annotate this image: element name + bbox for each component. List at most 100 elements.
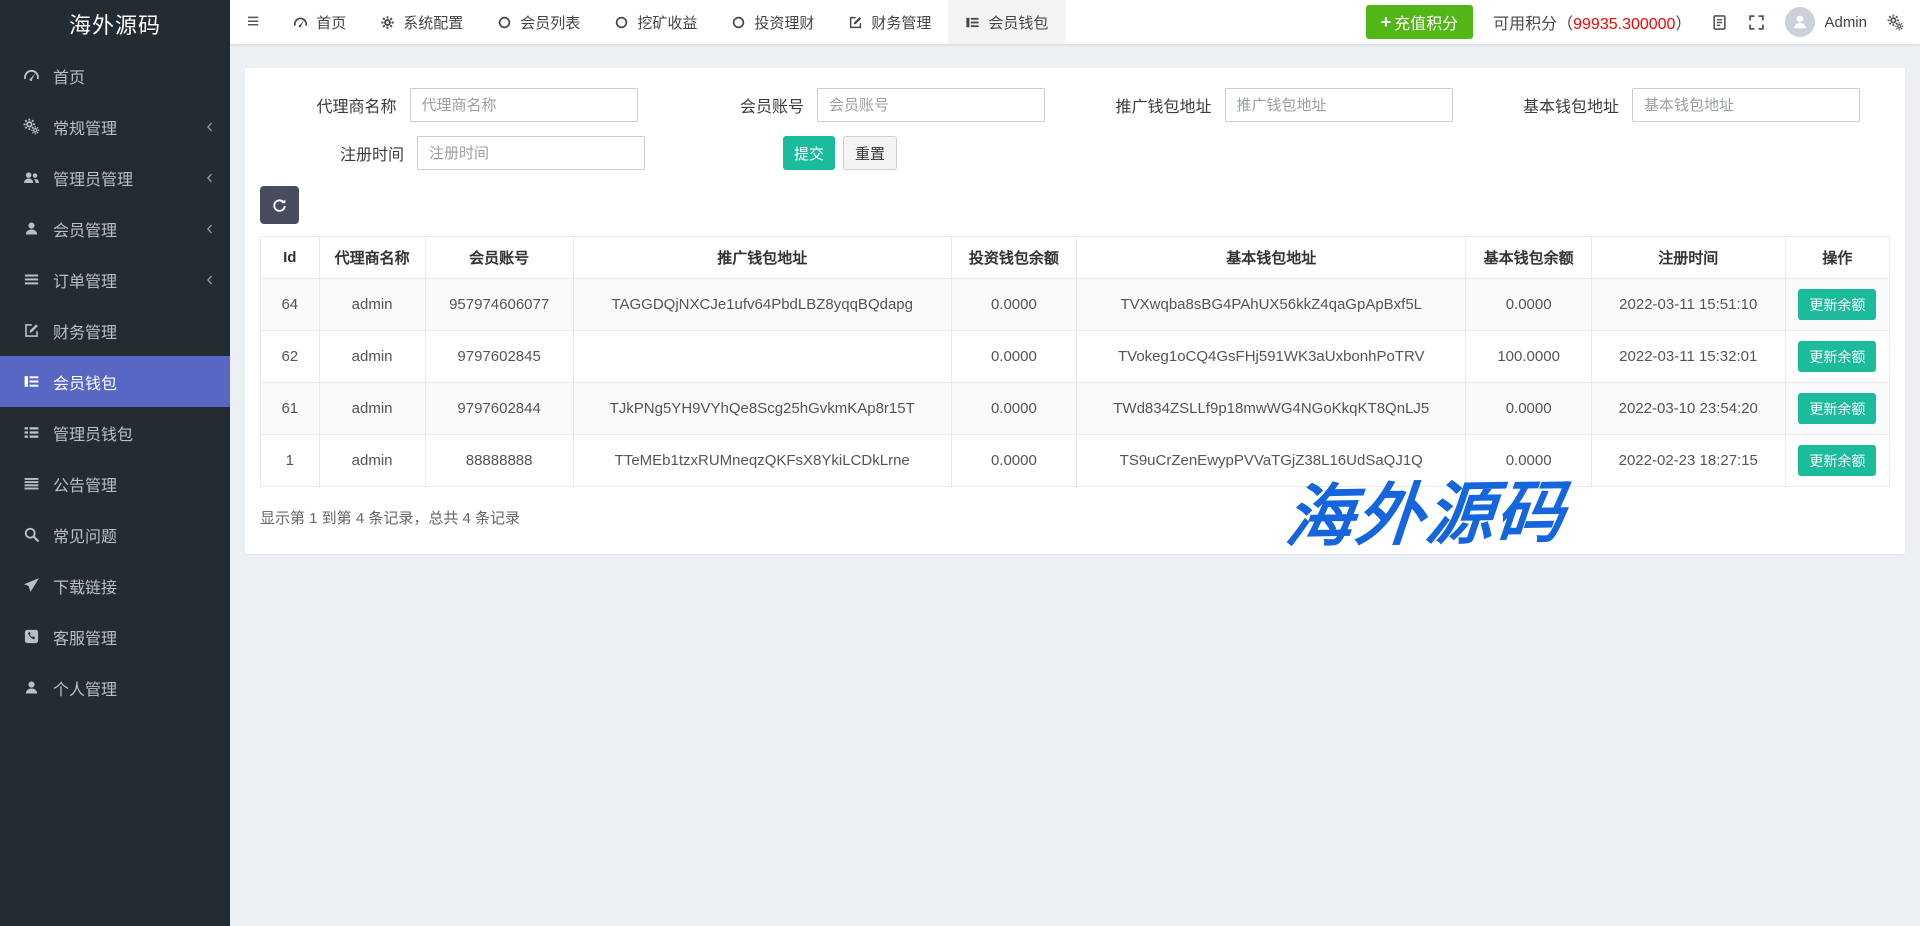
sidebar-item-label: 财务管理 <box>53 319 117 343</box>
sidebar: 海外源码 首页常规管理管理员管理会员管理订单管理财务管理会员钱包管理员钱包公告管… <box>0 0 230 926</box>
tab-label: 挖矿收益 <box>637 12 697 33</box>
panel-card: 代理商名称会员账号推广钱包地址基本钱包地址 注册时间 提交 重置 <box>245 68 1905 554</box>
filter-input-1[interactable] <box>817 88 1045 122</box>
sidebar-item-label: 下载链接 <box>53 574 117 598</box>
wallet-icon <box>965 15 980 30</box>
sidebar-item-0[interactable]: 首页 <box>0 50 230 101</box>
filter-buttons: 提交 重置 <box>675 136 1090 170</box>
cell-promo_wallet: TTeMEb1tzxRUMneqzQKFsX8YkiLCDkLrne <box>573 435 951 487</box>
user-icon <box>21 220 41 237</box>
edit-icon <box>848 15 863 30</box>
brand-title: 海外源码 <box>0 0 230 50</box>
sidebar-item-11[interactable]: 客服管理 <box>0 611 230 662</box>
tab-1[interactable]: 系统配置 <box>363 0 480 44</box>
update-balance-button[interactable]: 更新余额 <box>1798 289 1876 320</box>
tab-3[interactable]: 挖矿收益 <box>597 0 714 44</box>
cell-basic_balance: 0.0000 <box>1466 383 1591 435</box>
sidebar-item-12[interactable]: 个人管理 <box>0 662 230 713</box>
sidebar-toggle-icon[interactable]: ≡ <box>230 0 276 44</box>
points-value: 99935.300000 <box>1573 16 1675 33</box>
phone-icon <box>21 628 41 645</box>
user-menu[interactable]: Admin <box>1785 7 1867 37</box>
gauge-icon <box>293 15 308 30</box>
filter-field-register-time: 注册时间 <box>260 136 675 170</box>
tab-label: 财务管理 <box>871 12 931 33</box>
filter-input-3[interactable] <box>1632 88 1860 122</box>
column-header-8: 操作 <box>1785 237 1889 279</box>
document-icon[interactable] <box>1711 14 1728 31</box>
content-area: 代理商名称会员账号推广钱包地址基本钱包地址 注册时间 提交 重置 <box>230 44 1920 926</box>
filter-row-1: 代理商名称会员账号推广钱包地址基本钱包地址 <box>260 88 1890 122</box>
settings-icon[interactable] <box>1887 14 1904 31</box>
cell-member_account: 9797602844 <box>425 383 573 435</box>
wallet-icon <box>21 373 41 390</box>
user-icon <box>21 679 41 696</box>
sidebar-item-label: 管理员钱包 <box>53 421 133 445</box>
refresh-button[interactable] <box>260 186 299 224</box>
submit-button[interactable]: 提交 <box>783 136 835 170</box>
sidebar-item-2[interactable]: 管理员管理 <box>0 152 230 203</box>
tab-label: 首页 <box>316 12 346 33</box>
tab-label: 会员列表 <box>520 12 580 33</box>
field-label: 代理商名称 <box>260 93 410 117</box>
chevron-left-icon <box>204 223 216 235</box>
circle-icon <box>614 15 629 30</box>
cell-basic_balance: 100.0000 <box>1466 331 1591 383</box>
cell-basic_wallet: TWd834ZSLLf9p18mwWG4NGoKkqKT8QnLJ5 <box>1077 383 1466 435</box>
cell-register_time: 2022-03-11 15:32:01 <box>1591 331 1785 383</box>
table-header-row: Id代理商名称会员账号推广钱包地址投资钱包余额基本钱包地址基本钱包余额注册时间操… <box>261 237 1890 279</box>
sidebar-item-label: 常见问题 <box>53 523 117 547</box>
recharge-points-button[interactable]: +充值积分 <box>1366 5 1474 39</box>
cell-invest_balance: 0.0000 <box>951 331 1076 383</box>
filter-input-2[interactable] <box>1225 88 1453 122</box>
cell-invest_balance: 0.0000 <box>951 435 1076 487</box>
sidebar-item-5[interactable]: 财务管理 <box>0 305 230 356</box>
sidebar-item-7[interactable]: 管理员钱包 <box>0 407 230 458</box>
reset-button[interactable]: 重置 <box>843 136 897 170</box>
sidebar-item-label: 管理员管理 <box>53 166 133 190</box>
tab-6[interactable]: 会员钱包 <box>948 0 1065 44</box>
fullscreen-icon[interactable] <box>1748 14 1765 31</box>
tab-0[interactable]: 首页 <box>276 0 363 44</box>
register-time-input[interactable] <box>417 136 645 170</box>
cell-promo_wallet <box>573 331 951 383</box>
cell-basic_balance: 0.0000 <box>1466 435 1591 487</box>
navbar-right: +充值积分 可用积分（99935.300000） Admin <box>1366 5 1920 39</box>
cell-invest_balance: 0.0000 <box>951 279 1076 331</box>
update-balance-button[interactable]: 更新余额 <box>1798 341 1876 372</box>
tab-4[interactable]: 投资理财 <box>714 0 831 44</box>
cell-id: 1 <box>261 435 320 487</box>
sidebar-item-label: 个人管理 <box>53 676 117 700</box>
cell-member_account: 957974606077 <box>425 279 573 331</box>
cell-promo_wallet: TJkPNg5YH9VYhQe8Scg25hGvkmKAp8r15T <box>573 383 951 435</box>
sidebar-item-8[interactable]: 公告管理 <box>0 458 230 509</box>
tab-5[interactable]: 财务管理 <box>831 0 948 44</box>
cell-promo_wallet: TAGGDQjNXCJe1ufv64PbdLBZ8yqqBQdapg <box>573 279 951 331</box>
update-balance-button[interactable]: 更新余额 <box>1798 445 1876 476</box>
tab-2[interactable]: 会员列表 <box>480 0 597 44</box>
cell-agent_name: admin <box>319 435 425 487</box>
person-icon <box>1791 13 1809 31</box>
sidebar-item-4[interactable]: 订单管理 <box>0 254 230 305</box>
sidebar-item-1[interactable]: 常规管理 <box>0 101 230 152</box>
column-header-0: Id <box>261 237 320 279</box>
field-label: 基本钱包地址 <box>1483 93 1633 117</box>
sidebar-item-label: 会员管理 <box>53 217 117 241</box>
tab-label: 会员钱包 <box>988 12 1048 33</box>
align-icon <box>21 475 41 492</box>
update-balance-button[interactable]: 更新余额 <box>1798 393 1876 424</box>
filter-input-0[interactable] <box>410 88 638 122</box>
available-points: 可用积分（99935.300000） <box>1493 10 1691 34</box>
sidebar-item-label: 公告管理 <box>53 472 117 496</box>
sidebar-item-9[interactable]: 常见问题 <box>0 509 230 560</box>
cell-member_account: 9797602845 <box>425 331 573 383</box>
sidebar-item-6[interactable]: 会员钱包 <box>0 356 230 407</box>
sidebar-item-3[interactable]: 会员管理 <box>0 203 230 254</box>
filter-field-3: 基本钱包地址 <box>1483 88 1891 122</box>
plane-icon <box>21 577 41 594</box>
sidebar-item-10[interactable]: 下载链接 <box>0 560 230 611</box>
circle-icon <box>497 15 512 30</box>
cell-basic_balance: 0.0000 <box>1466 279 1591 331</box>
circle-icon <box>731 15 746 30</box>
app-root: 海外源码 首页常规管理管理员管理会员管理订单管理财务管理会员钱包管理员钱包公告管… <box>0 0 1920 926</box>
